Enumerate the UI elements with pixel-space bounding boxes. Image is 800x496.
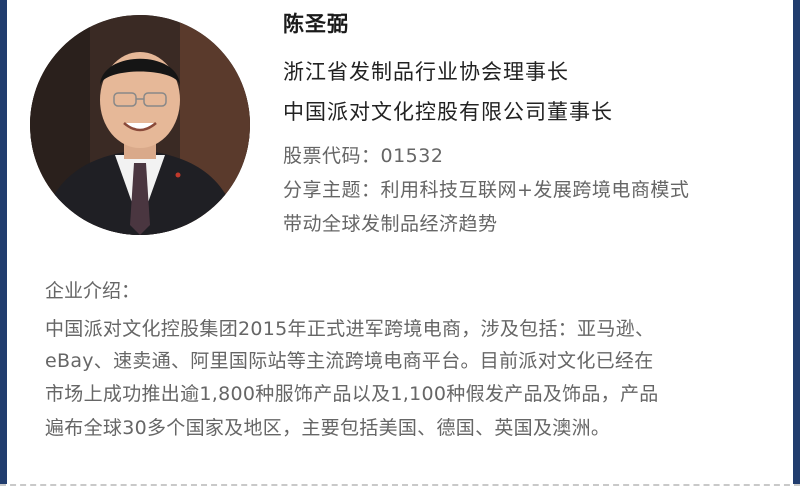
speaker-title-2: 中国派对文化控股有限公司董事长 [283,100,613,124]
speaker-card: 陈圣弼 浙江省发制品行业协会理事长 中国派对文化控股有限公司董事长 股票代码：0… [0,0,800,496]
dashed-divider [0,484,800,486]
company-intro-line-3: 市场上成功推出逾1,800种服饰产品以及1,100种假发产品及饰品，产品 [45,383,659,405]
speaker-name: 陈圣弼 [283,12,349,36]
company-intro-label: 企业介绍： [45,280,141,302]
topic-line-2: 带动全球发制品经济趋势 [283,213,498,235]
company-intro-line-4: 遍布全球30多个国家及地区，主要包括美国、德国、英国及澳洲。 [45,417,611,439]
speaker-portrait [30,15,250,235]
right-border [793,0,800,484]
stock-code: 股票代码：01532 [283,145,444,167]
left-border [0,0,7,484]
company-intro-line-1: 中国派对文化控股集团2015年正式进军跨境电商，涉及包括：亚马逊、 [45,318,655,340]
company-intro-line-2: eBay、速卖通、阿里国际站等主流跨境电商平台。目前派对文化已经在 [45,350,654,372]
topic-line-1: 分享主题：利用科技互联网+发展跨境电商模式 [283,179,690,201]
speaker-title-1: 浙江省发制品行业协会理事长 [283,60,569,84]
bottom-margin [0,487,800,496]
